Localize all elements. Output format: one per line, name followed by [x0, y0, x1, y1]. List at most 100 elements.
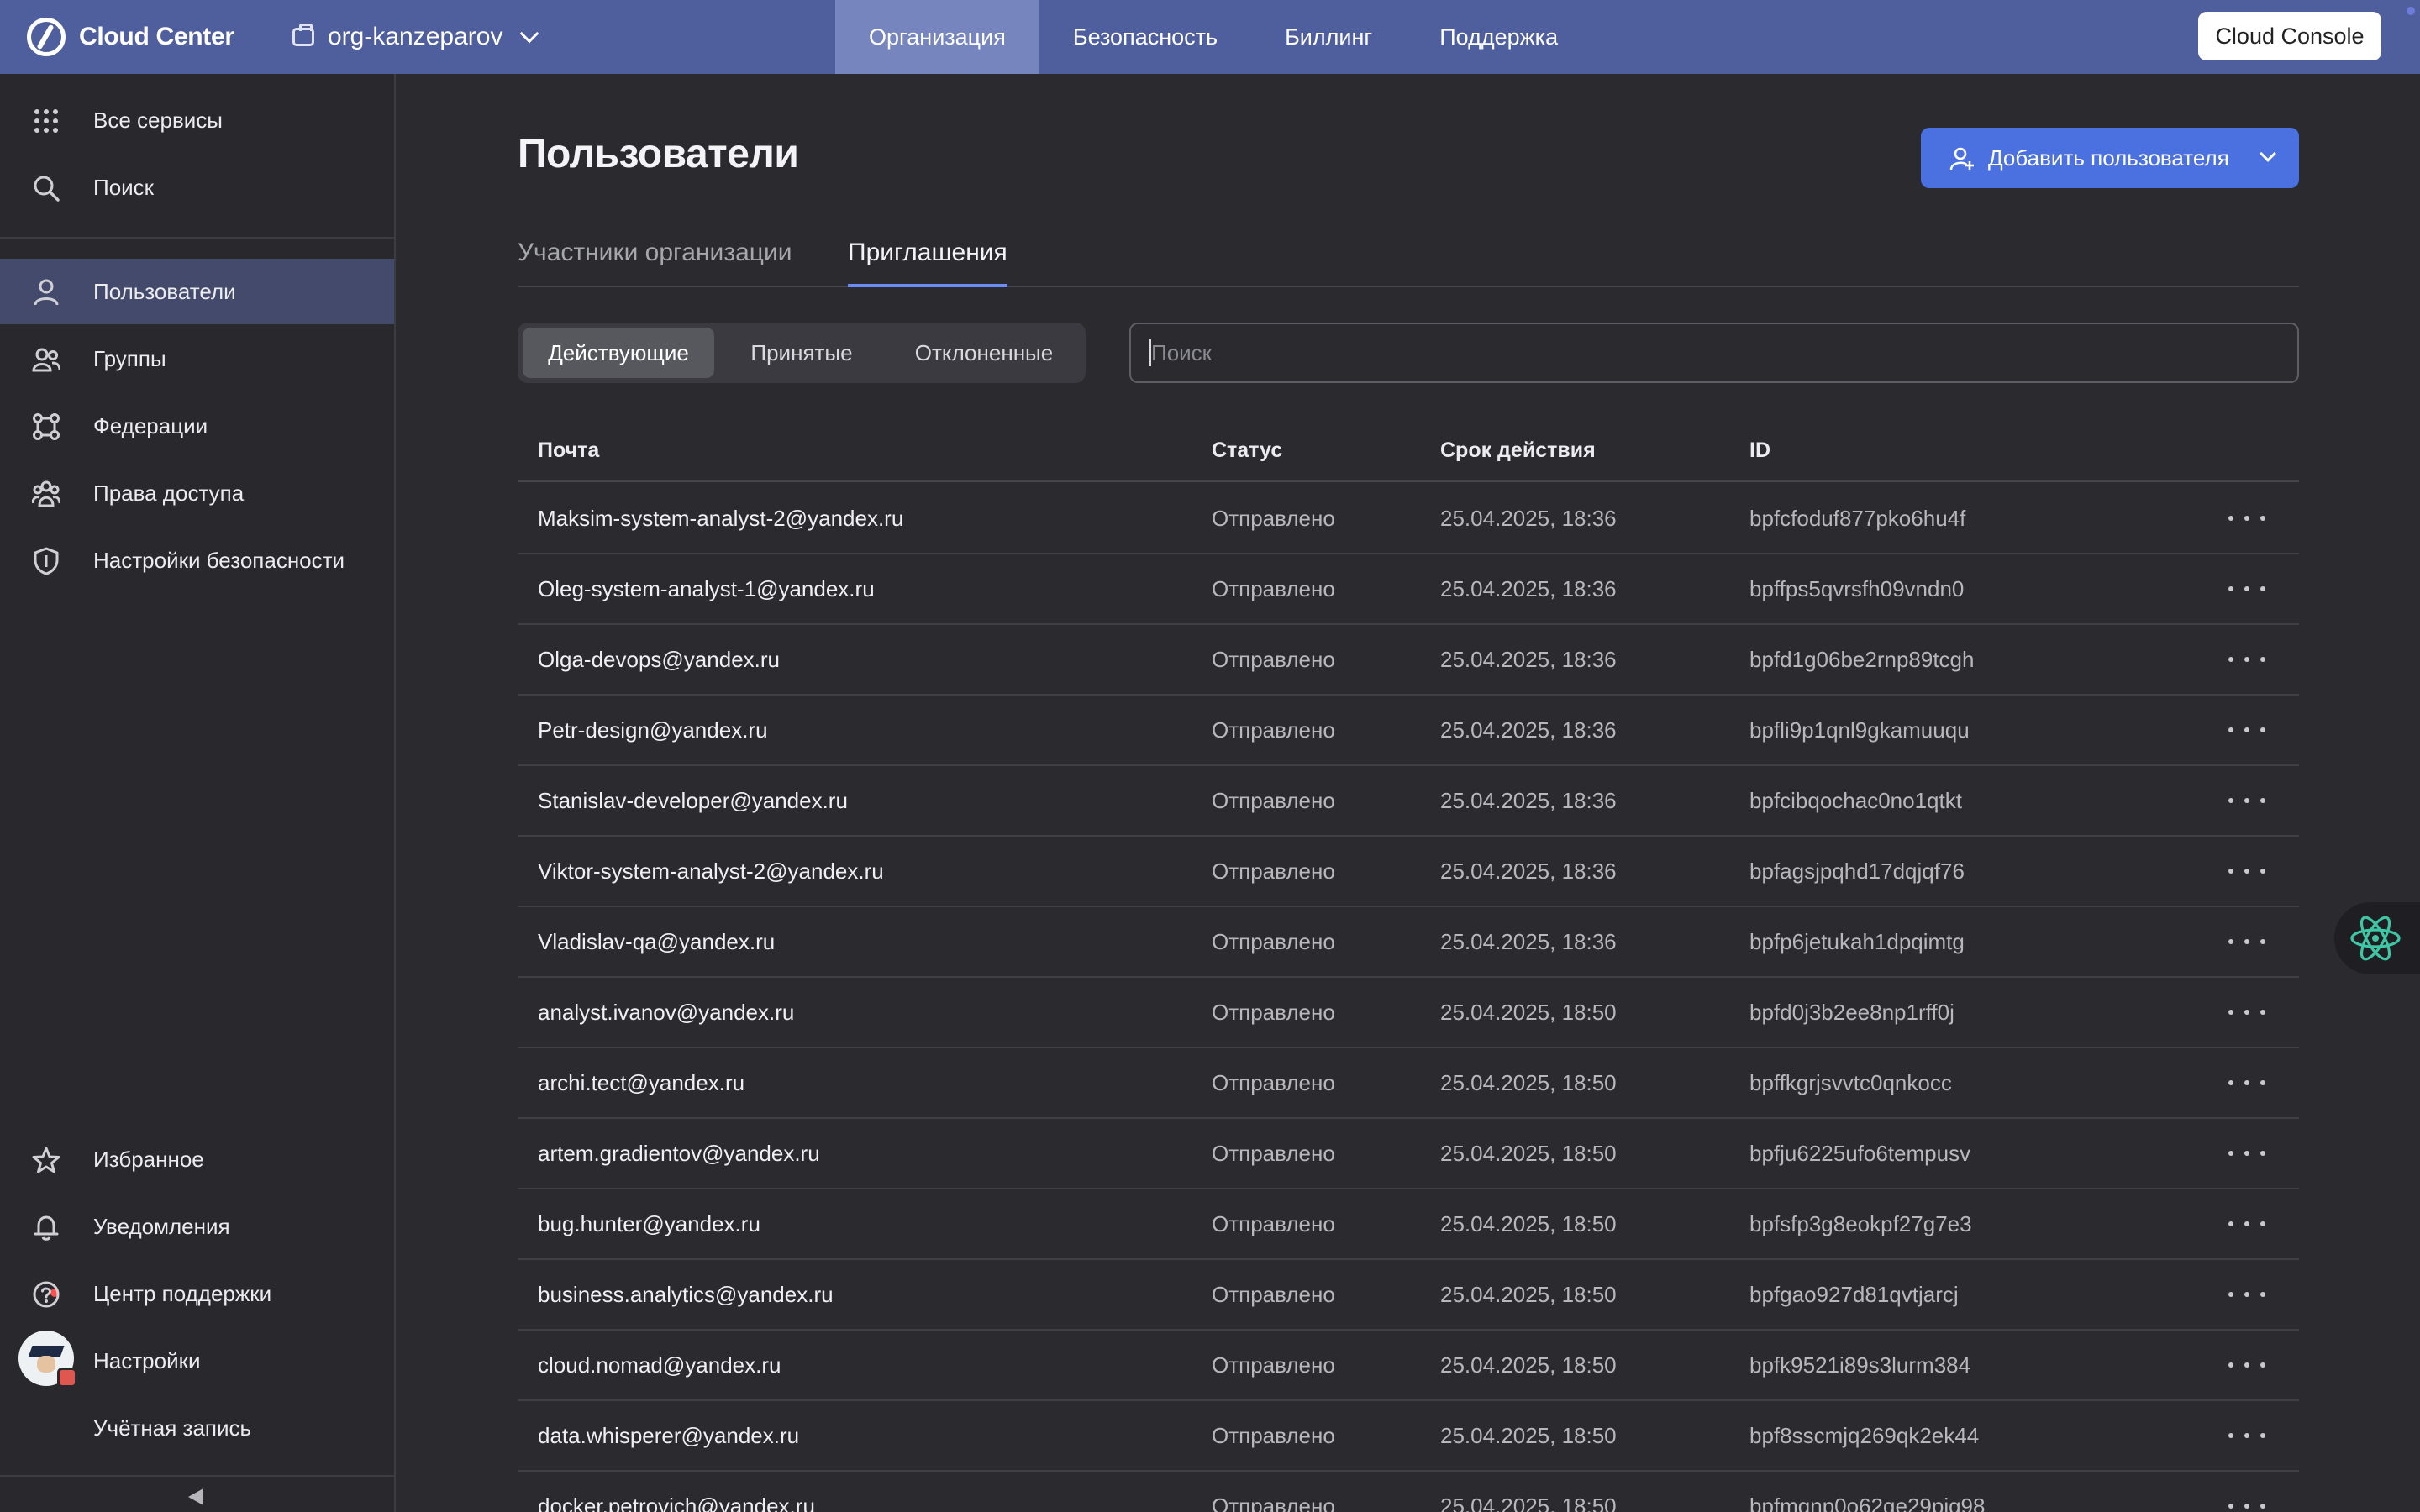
table-row[interactable]: data.whisperer@yandex.ru Отправлено 25.0… — [518, 1401, 2299, 1472]
email-cell: Vladislav-qa@yandex.ru — [538, 929, 776, 954]
sidebar-item-search[interactable]: Поиск — [0, 155, 394, 220]
sidebar-item-label: Уведомления — [93, 1213, 230, 1239]
table-row[interactable]: analyst.ivanov@yandex.ru Отправлено 25.0… — [518, 978, 2299, 1048]
expires-cell: 25.04.2025, 18:50 — [1440, 1423, 1617, 1448]
table-row[interactable]: Viktor-system-analyst-2@yandex.ru Отправ… — [518, 837, 2299, 907]
nav-organization[interactable]: Организация — [835, 0, 1039, 74]
filter-active[interactable]: Действующие — [523, 328, 714, 378]
table-row[interactable]: bug.hunter@yandex.ru Отправлено 25.04.20… — [518, 1189, 2299, 1260]
table-row[interactable]: Olga-devops@yandex.ru Отправлено 25.04.2… — [518, 625, 2299, 696]
sidebar-item-federations[interactable]: Федерации — [0, 393, 394, 459]
tab-invitations[interactable]: Приглашения — [848, 239, 1007, 287]
column-id[interactable]: ID — [1749, 438, 1770, 463]
table-row[interactable]: artem.gradientov@yandex.ru Отправлено 25… — [518, 1119, 2299, 1189]
sidebar-item-access-rights[interactable]: Права доступа — [0, 460, 394, 526]
table-row[interactable]: cloud.nomad@yandex.ru Отправлено 25.04.2… — [518, 1331, 2299, 1401]
more-actions-icon[interactable] — [2228, 647, 2265, 672]
add-user-button[interactable]: Добавить пользователя — [1921, 128, 2299, 188]
add-user-button-label: Добавить пользователя — [1988, 144, 2229, 171]
email-cell: Maksim-system-analyst-2@yandex.ru — [538, 506, 904, 531]
sidebar-divider — [0, 237, 394, 239]
sidebar: Все сервисы Поиск Пользователи Группы Фе… — [0, 74, 396, 1512]
table-row[interactable]: docker.petrovich@yandex.ru Отправлено 25… — [518, 1472, 2299, 1512]
table-row[interactable]: business.analytics@yandex.ru Отправлено … — [518, 1260, 2299, 1331]
sidebar-item-label: Учётная запись — [93, 1415, 252, 1441]
expires-cell: 25.04.2025, 18:50 — [1440, 1494, 1617, 1512]
more-actions-icon[interactable] — [2228, 1141, 2265, 1166]
ai-assistant-button[interactable] — [2334, 902, 2420, 974]
column-status[interactable]: Статус — [1212, 438, 1282, 463]
status-filter: Действующие Принятые Отклоненные — [518, 323, 1086, 383]
nav-security[interactable]: Безопасность — [1039, 0, 1251, 74]
brand[interactable]: Cloud Center — [27, 0, 234, 74]
table-row[interactable]: Oleg-system-analyst-1@yandex.ru Отправле… — [518, 554, 2299, 625]
table-row[interactable]: Vladislav-qa@yandex.ru Отправлено 25.04.… — [518, 907, 2299, 978]
org-switcher[interactable]: org-kanzeparov — [292, 0, 539, 74]
table-row[interactable]: Maksim-system-analyst-2@yandex.ru Отправ… — [518, 484, 2299, 554]
id-cell: bpfsfp3g8eokpf27g7e3 — [1749, 1211, 1972, 1236]
more-actions-icon[interactable] — [2228, 1423, 2265, 1448]
collapse-sidebar-icon[interactable] — [188, 1488, 203, 1505]
column-email[interactable]: Почта — [538, 438, 599, 463]
briefcase-icon — [292, 24, 314, 46]
email-cell: analyst.ivanov@yandex.ru — [538, 1000, 795, 1025]
more-actions-icon[interactable] — [2228, 1070, 2265, 1095]
sidebar-item-label: Права доступа — [93, 480, 245, 506]
group-icon — [32, 348, 60, 372]
email-cell: artem.gradientov@yandex.ru — [538, 1141, 820, 1166]
more-actions-icon[interactable] — [2228, 1352, 2265, 1378]
more-actions-icon[interactable] — [2228, 1000, 2265, 1025]
sidebar-item-groups[interactable]: Группы — [0, 326, 394, 391]
id-cell: bpfmgnp0o62ge29pig98 — [1749, 1494, 1986, 1512]
id-cell: bpfli9p1qnl9gkamuuqu — [1749, 717, 1970, 743]
more-actions-icon[interactable] — [2228, 1494, 2265, 1512]
tab-organization-members[interactable]: Участники организации — [518, 239, 792, 287]
expires-cell: 25.04.2025, 18:50 — [1440, 1282, 1617, 1307]
column-expires[interactable]: Срок действия — [1440, 438, 1596, 463]
atom-icon — [2350, 916, 2401, 961]
sidebar-item-favorites[interactable]: Избранное — [0, 1126, 394, 1192]
more-actions-icon[interactable] — [2228, 506, 2265, 531]
shield-icon — [34, 547, 59, 575]
add-user-icon — [1949, 147, 1974, 171]
sidebar-item-security-settings[interactable]: Настройки безопасности — [0, 528, 394, 593]
table-row[interactable]: Petr-design@yandex.ru Отправлено 25.04.2… — [518, 696, 2299, 766]
sidebar-item-users[interactable]: Пользователи — [0, 259, 394, 324]
email-cell: business.analytics@yandex.ru — [538, 1282, 834, 1307]
expires-cell: 25.04.2025, 18:50 — [1440, 1070, 1617, 1095]
cloud-console-button[interactable]: Cloud Console — [2198, 12, 2381, 60]
email-cell: Viktor-system-analyst-2@yandex.ru — [538, 858, 884, 884]
more-actions-icon[interactable] — [2228, 1282, 2265, 1307]
nav-billing[interactable]: Биллинг — [1251, 0, 1406, 74]
expires-cell: 25.04.2025, 18:36 — [1440, 717, 1617, 743]
id-cell: bpfgao927d81qvtjarcj — [1749, 1282, 1959, 1307]
table-row[interactable]: Stanislav-developer@yandex.ru Отправлено… — [518, 766, 2299, 837]
more-actions-icon[interactable] — [2228, 929, 2265, 954]
table-row[interactable]: archi.tect@yandex.ru Отправлено 25.04.20… — [518, 1048, 2299, 1119]
filter-accepted[interactable]: Принятые — [719, 328, 884, 378]
email-cell: bug.hunter@yandex.ru — [538, 1211, 760, 1236]
status-cell: Отправлено — [1212, 1282, 1335, 1307]
expires-cell: 25.04.2025, 18:36 — [1440, 929, 1617, 954]
sidebar-item-support-center[interactable]: Центр поддержки — [0, 1261, 394, 1326]
nav-support[interactable]: Поддержка — [1406, 0, 1591, 74]
sidebar-item-notifications[interactable]: Уведомления — [0, 1194, 394, 1259]
more-actions-icon[interactable] — [2228, 576, 2265, 601]
sidebar-item-all-services[interactable]: Все сервисы — [0, 87, 394, 153]
sidebar-item-account[interactable]: Учётная запись — [0, 1395, 394, 1461]
cloud-center-logo-icon — [27, 18, 66, 56]
expires-cell: 25.04.2025, 18:50 — [1440, 1141, 1617, 1166]
filter-declined[interactable]: Отклоненные — [887, 328, 1081, 378]
more-actions-icon[interactable] — [2228, 858, 2265, 884]
status-cell: Отправлено — [1212, 858, 1335, 884]
brand-name: Cloud Center — [79, 23, 234, 50]
expires-cell: 25.04.2025, 18:50 — [1440, 1000, 1617, 1025]
more-actions-icon[interactable] — [2228, 788, 2265, 813]
sidebar-item-label: Центр поддержки — [93, 1280, 272, 1306]
more-actions-icon[interactable] — [2228, 717, 2265, 743]
search-input[interactable] — [1129, 323, 2299, 383]
status-cell: Отправлено — [1212, 506, 1335, 531]
email-cell: Stanislav-developer@yandex.ru — [538, 788, 848, 813]
more-actions-icon[interactable] — [2228, 1211, 2265, 1236]
sidebar-item-label: Настройки — [93, 1347, 201, 1373]
